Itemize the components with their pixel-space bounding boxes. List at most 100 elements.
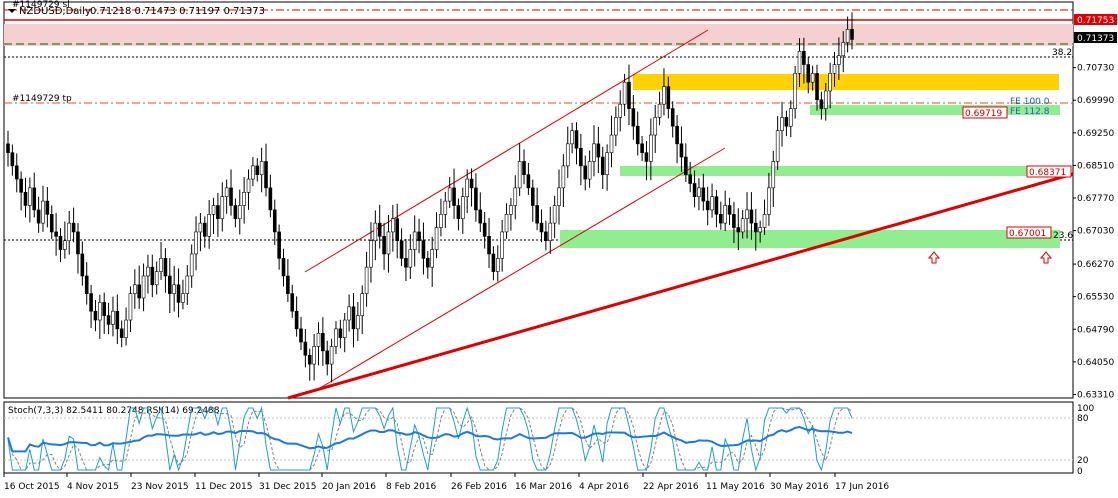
candle-body <box>220 196 225 220</box>
candle-body <box>242 191 246 206</box>
candle-body <box>176 284 181 303</box>
candle-body <box>749 209 754 224</box>
candle-body <box>784 117 789 127</box>
candle-body <box>688 174 692 184</box>
gold-zone <box>633 74 1059 90</box>
candle-body <box>369 240 373 268</box>
candle-body <box>312 346 316 365</box>
candle-body <box>828 73 832 92</box>
date-tick-label: 11 May 2016 <box>706 482 765 492</box>
candle-body <box>723 205 727 224</box>
candle-body <box>614 117 618 136</box>
candle-body <box>627 81 631 109</box>
candle-body <box>259 161 264 175</box>
candle-body <box>649 134 653 162</box>
candle-body <box>557 187 561 206</box>
candle-body <box>736 227 741 233</box>
candle-body <box>605 152 609 175</box>
candle-body <box>76 231 80 255</box>
price-tick-label: 0.67030 <box>1077 227 1114 237</box>
candle-body <box>478 209 483 224</box>
candle-body <box>364 266 369 294</box>
tp-label: #1149729 tp <box>12 94 72 104</box>
date-tick-label: 20 Jan 2016 <box>322 482 376 492</box>
candle-body <box>522 161 526 175</box>
stoch-level-0: 0 <box>1077 467 1083 477</box>
price-tick-label: 0.63310 <box>1077 390 1114 400</box>
fib-38-label: 38.2 <box>1052 48 1072 58</box>
candle-body <box>150 266 155 286</box>
candle-body <box>211 205 216 215</box>
candle-body <box>635 125 640 145</box>
fib-23-label: 23.6 <box>1053 231 1073 241</box>
candle-body <box>408 249 413 268</box>
candle-body <box>802 51 806 65</box>
candle-body <box>447 187 452 202</box>
price-tick-label: 0.67770 <box>1077 194 1114 204</box>
candle-body <box>780 117 784 131</box>
candle-body <box>767 187 771 215</box>
candle-body <box>45 200 50 215</box>
price-axis[interactable]: 0.70730 0.69990 0.69250 0.68510 0.67770 0.670… <box>1073 64 1114 401</box>
candle-body <box>710 196 714 211</box>
candle-body <box>23 191 28 206</box>
candle-body <box>788 108 793 127</box>
candle-body <box>251 165 255 180</box>
candle-body <box>806 64 811 83</box>
candle-body <box>141 275 146 299</box>
green-zone-3 <box>560 230 1060 248</box>
date-tick-label: 4 Nov 2015 <box>67 482 119 492</box>
candle-body <box>775 130 780 162</box>
candle-body <box>850 29 854 40</box>
candle-body <box>535 205 539 224</box>
candle-body <box>692 183 697 197</box>
candle-body <box>189 253 194 277</box>
candle-body <box>837 55 841 65</box>
candle-body <box>701 187 706 202</box>
candle-body <box>264 161 268 189</box>
candle-body <box>544 231 548 242</box>
candle-body <box>504 214 509 233</box>
candle-body <box>19 178 23 193</box>
chart-canvas[interactable]: 0.69719 0.68371 0.67001 #1149729 tp 38.2… <box>0 0 1118 498</box>
candle-body <box>93 310 98 321</box>
candle-body <box>845 29 850 43</box>
candle-body <box>810 73 815 83</box>
candle-body <box>762 214 767 228</box>
date-tick-label: 4 Apr 2016 <box>579 482 629 492</box>
price-tick-label: 0.68510 <box>1077 161 1114 171</box>
candle-body <box>517 161 522 189</box>
candle-body <box>246 178 251 193</box>
main-pane[interactable] <box>3 1 1074 399</box>
candle-body <box>552 205 557 224</box>
candle-body <box>583 165 588 180</box>
candle-body <box>640 143 644 153</box>
candle-body <box>98 302 102 321</box>
candle-body <box>491 253 496 272</box>
price-tag-level-2-text: 0.68371 <box>1029 168 1066 178</box>
candle-body <box>268 187 273 211</box>
candle-body <box>36 209 41 224</box>
candle-body <box>216 205 220 220</box>
candle-body <box>303 341 308 356</box>
candle-body <box>644 152 649 162</box>
candle-body <box>421 240 426 259</box>
candle-body <box>841 42 846 57</box>
sl-label: #1149729 sl <box>12 0 70 10</box>
candle-body <box>119 328 124 338</box>
candle-body <box>823 90 828 109</box>
candle-body <box>63 240 67 250</box>
candle-body <box>115 310 120 330</box>
candle-body <box>102 302 107 316</box>
candle-body <box>80 253 85 277</box>
candle-body <box>740 218 745 233</box>
candle-body <box>382 236 386 255</box>
date-tick-label: 16 Mar 2016 <box>515 482 572 492</box>
time-axis[interactable]: 16 Oct 2015 4 Nov 2015 23 Nov 2015 11 Dec 2… <box>3 473 889 492</box>
candle-body <box>474 187 478 211</box>
candle-body <box>662 86 666 105</box>
candle-body <box>657 103 662 118</box>
candle-body <box>194 231 198 255</box>
candle-body <box>609 134 614 153</box>
stoch-level-100: 100 <box>1077 404 1094 414</box>
